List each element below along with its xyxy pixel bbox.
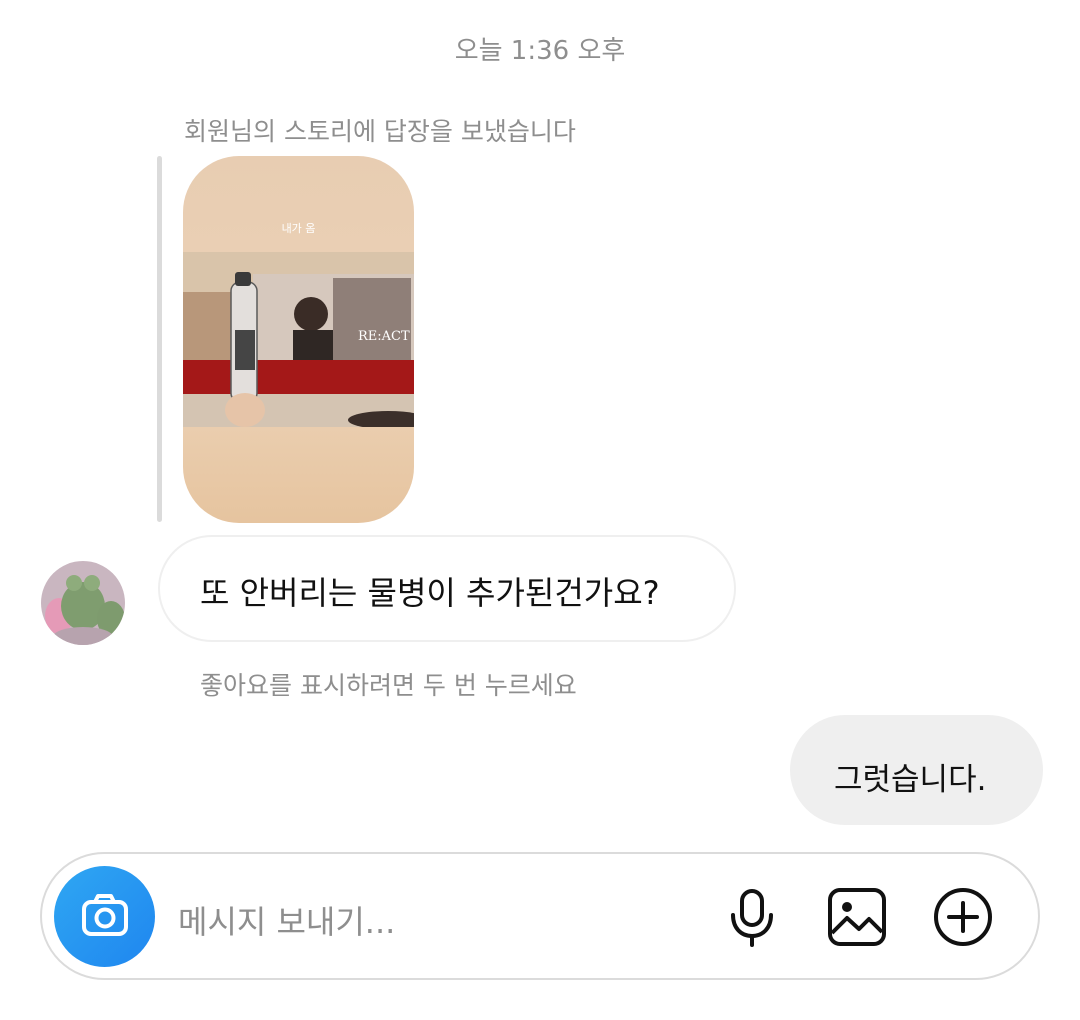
- timestamp: 오늘 1:36 오후: [454, 36, 626, 66]
- camera-button[interactable]: [54, 866, 155, 967]
- add-icon[interactable]: [931, 885, 995, 949]
- reply-indicator-bar: [157, 156, 162, 522]
- banner-text: RE:ACT: [358, 329, 410, 344]
- gallery-icon[interactable]: [825, 885, 889, 949]
- story-text: 내가 옴: [281, 222, 316, 235]
- incoming-message-text: 또 안버리는 물병이 추가된건가요?: [200, 574, 660, 612]
- story-photo: RE:ACT: [183, 252, 414, 427]
- outgoing-message-text: 그럿습니다.: [834, 762, 987, 798]
- story-reply-caption: 회원님의 스토리에 답장을 보냈습니다: [184, 117, 576, 146]
- message-input[interactable]: 메시지 보내기...: [178, 897, 395, 943]
- microphone-icon[interactable]: [720, 885, 784, 949]
- avatar[interactable]: [41, 561, 125, 645]
- like-hint: 좋아요를 표시하려면 두 번 누르세요: [200, 671, 577, 700]
- camera-icon: [82, 894, 128, 936]
